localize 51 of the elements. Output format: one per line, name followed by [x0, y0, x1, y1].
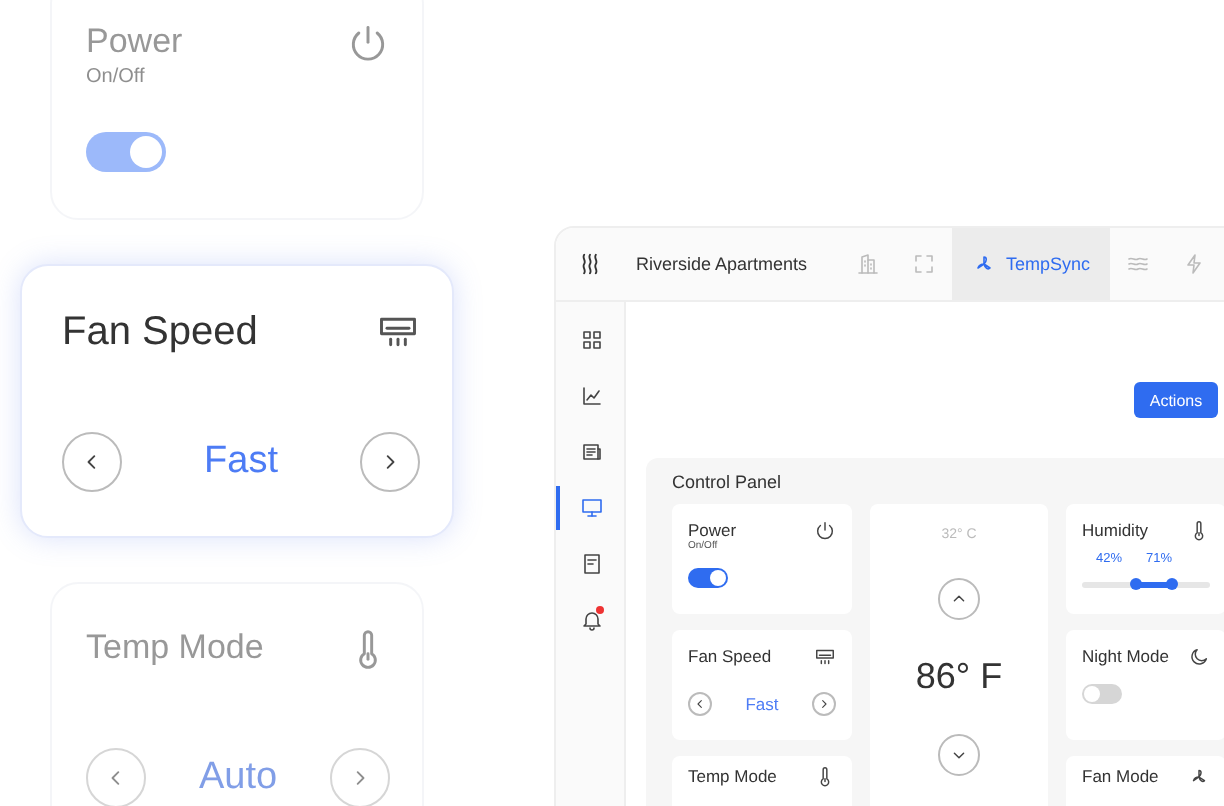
property-name[interactable]: Riverside Apartments [624, 254, 840, 274]
card-title: Power [688, 520, 737, 540]
card-title: Temp Mode [86, 628, 264, 668]
actions-button[interactable]: Actions [1134, 382, 1218, 418]
fan-icon [972, 252, 996, 276]
card-title: Temp Mode [688, 766, 777, 786]
monitor-icon [580, 496, 604, 520]
card-title: Power [86, 22, 183, 62]
toggle-switch[interactable] [86, 132, 166, 172]
lightning-icon [1182, 252, 1207, 276]
air-conditioner-icon [814, 646, 836, 668]
decrease-button[interactable] [938, 734, 980, 776]
next-button[interactable] [330, 748, 390, 806]
selected-value: Fast [745, 694, 779, 714]
newspaper-icon [580, 440, 604, 464]
toggle-switch[interactable] [688, 568, 728, 588]
note-icon [580, 552, 604, 576]
next-button[interactable] [359, 432, 420, 492]
previous-button[interactable] [62, 432, 122, 492]
previous-button[interactable] [688, 692, 712, 716]
selected-value: Fast [204, 440, 278, 484]
increase-button[interactable] [938, 578, 980, 620]
card-title: Fan Speed [62, 310, 258, 356]
power-icon [814, 520, 836, 542]
slider-thumb[interactable] [1166, 578, 1179, 590]
next-button[interactable] [812, 692, 836, 716]
temperature-fahrenheit: 86° F [915, 656, 1003, 698]
fan-icon [1188, 766, 1210, 788]
range-slider[interactable] [1082, 582, 1210, 588]
chevron-left-icon [692, 696, 708, 712]
card-title: Fan Speed [688, 646, 772, 666]
waves-icon [1126, 252, 1151, 276]
bell-icon [580, 608, 604, 632]
card-title: Night Mode [1082, 646, 1169, 666]
power-icon [346, 22, 390, 66]
toggle-switch[interactable] [1082, 684, 1122, 704]
card-subtitle: On/Off [86, 66, 147, 88]
moon-icon [1188, 646, 1210, 668]
chevron-right-icon [816, 696, 832, 712]
card-title: Fan Mode [1082, 766, 1159, 786]
building-icon [856, 252, 880, 276]
panel-title: Control Panel [672, 472, 784, 492]
chart-icon [580, 384, 604, 408]
selected-value: Auto [198, 756, 278, 800]
nav-tab[interactable]: TempSync [952, 228, 1111, 300]
expand-icon [912, 252, 936, 276]
slider-thumb[interactable] [1129, 578, 1142, 590]
alert-dot [596, 606, 604, 614]
card-title: Humidity [1082, 520, 1149, 540]
grid-icon [580, 328, 604, 352]
previous-button[interactable] [86, 748, 146, 806]
